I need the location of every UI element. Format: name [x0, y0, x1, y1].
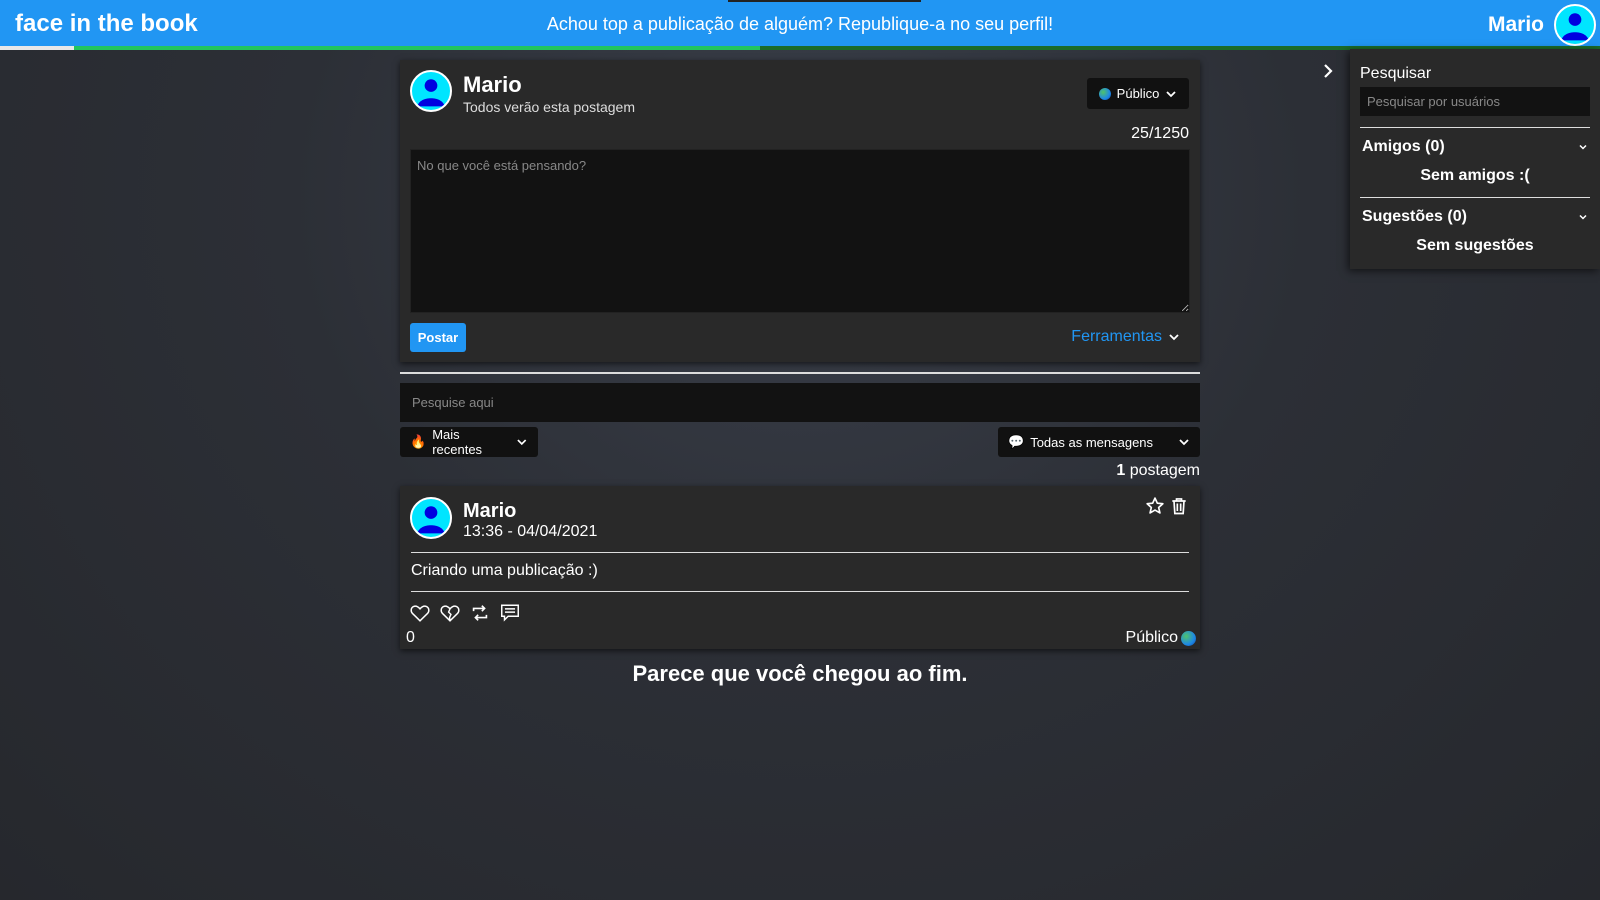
tools-label: Ferramentas	[1071, 328, 1162, 345]
chevron-down-icon	[1179, 439, 1189, 446]
post-card: Mario 13:36 - 04/04/2021 Criando uma pub…	[400, 486, 1200, 649]
divider	[411, 552, 1189, 553]
repost-button[interactable]	[469, 602, 491, 624]
like-button[interactable]	[409, 602, 431, 624]
divider	[1360, 197, 1590, 198]
scroll-progress-marker	[0, 46, 74, 50]
friends-empty-message: Sem amigos :(	[1420, 167, 1530, 184]
post-privacy-label: Público	[1125, 629, 1178, 646]
chevron-down-icon	[1579, 214, 1587, 220]
filter-label: Todas as mensagens	[1030, 434, 1154, 450]
broken-heart-icon	[440, 605, 460, 622]
top-bar: face in the book Achou top a publicação …	[0, 0, 1600, 50]
post-button[interactable]: Postar	[410, 323, 466, 352]
divider	[1360, 127, 1590, 128]
comment-button[interactable]	[499, 602, 521, 624]
reaction-bar	[409, 602, 521, 624]
privacy-select[interactable]: Público	[1087, 78, 1189, 109]
post-count: 1 postagem	[1116, 462, 1200, 480]
chevron-down-icon	[517, 439, 527, 446]
composer-visibility-hint: Todos verão esta postagem	[463, 99, 635, 115]
globe-icon	[1098, 87, 1111, 100]
post-privacy: Público	[1126, 629, 1196, 647]
sort-label: Mais recentes	[432, 427, 483, 457]
fire-icon: 🔥	[410, 434, 427, 449]
suggestions-section-toggle[interactable]: Sugestões (0)	[1362, 208, 1588, 226]
post-author[interactable]: Mario	[463, 500, 516, 523]
chevron-down-icon	[1579, 144, 1587, 150]
post-composer: Mario Todos verão esta postagem Público …	[400, 60, 1200, 362]
privacy-label: Público	[1116, 86, 1160, 101]
chevron-right-icon[interactable]	[1321, 62, 1335, 80]
dislike-button[interactable]	[439, 602, 461, 624]
speech-bubble-icon: 💬	[1008, 434, 1025, 449]
avatar	[1554, 4, 1596, 46]
trash-icon	[1172, 498, 1186, 515]
filter-label-group: 💬 Todas as mensagens	[1008, 434, 1153, 450]
suggestions-title: Sugestões (0)	[1362, 208, 1467, 225]
post-datetime: 13:36 - 04/04/2021	[463, 523, 598, 540]
marquee-indicator	[728, 0, 921, 2]
profile-link[interactable]: Mario	[1488, 3, 1600, 47]
end-of-feed-message: Parece que você chegou ao fim.	[632, 661, 968, 686]
post-content: Criando uma publicação :)	[411, 562, 598, 579]
composer-username: Mario	[463, 72, 522, 97]
friends-section-toggle[interactable]: Amigos (0)	[1362, 138, 1588, 156]
globe-icon	[1181, 630, 1196, 646]
star-icon	[1146, 497, 1164, 514]
repost-icon	[472, 605, 488, 621]
scroll-progress-fill	[0, 46, 760, 50]
user-search-input[interactable]	[1360, 87, 1590, 116]
delete-button[interactable]	[1168, 495, 1190, 517]
feed-search-input[interactable]	[400, 383, 1200, 422]
friends-sidebar: Pesquisar Amigos (0) Sem amigos :( Suges…	[1350, 49, 1600, 269]
marquee-text: Achou top a publicação de alguém? Republ…	[546, 14, 1054, 34]
reaction-count: 0	[406, 629, 415, 646]
chevron-down-icon	[1166, 90, 1176, 97]
post-actions	[1144, 495, 1190, 517]
user-icon	[417, 506, 445, 534]
divider	[400, 372, 1200, 374]
topbar-username: Mario	[1487, 13, 1544, 36]
divider	[411, 591, 1189, 592]
user-icon	[417, 79, 445, 107]
avatar[interactable]	[410, 497, 452, 539]
char-counter: 25/1250	[1131, 125, 1189, 142]
friends-title: Amigos (0)	[1362, 138, 1445, 155]
post-count-number: 1	[1116, 462, 1126, 479]
suggestions-empty-message: Sem sugestões	[1416, 237, 1534, 254]
heart-icon	[410, 605, 430, 622]
sidebar-search-title: Pesquisar	[1360, 65, 1432, 82]
post-count-label: postagem	[1129, 462, 1200, 479]
sort-select[interactable]: 🔥 Mais recentes	[400, 427, 538, 457]
post-textarea[interactable]	[410, 149, 1190, 313]
message-filter-select[interactable]: 💬 Todas as mensagens	[998, 427, 1200, 457]
avatar[interactable]	[410, 70, 452, 112]
favorite-button[interactable]	[1144, 495, 1166, 517]
tools-dropdown[interactable]: Ferramentas	[1071, 328, 1180, 346]
comment-icon	[501, 604, 519, 622]
user-icon	[1561, 13, 1589, 41]
chevron-down-icon	[1169, 334, 1179, 341]
